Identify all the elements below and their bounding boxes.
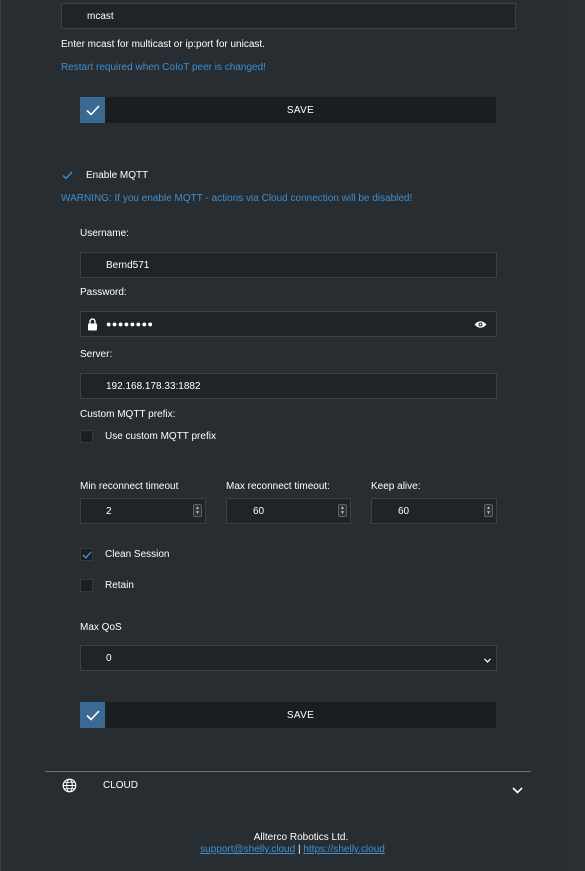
max-qos-value: 0 xyxy=(106,652,112,664)
custom-prefix-label: Custom MQTT prefix: xyxy=(80,409,176,420)
max-reconnect-input[interactable]: 60 ▲ ▼ xyxy=(226,498,351,524)
coiot-peer-input[interactable]: mcast xyxy=(61,3,516,29)
keep-alive-value: 60 xyxy=(398,505,410,517)
clean-session-label: Clean Session xyxy=(105,549,170,560)
checkmark-icon xyxy=(82,551,92,559)
keep-alive-input[interactable]: 60 ▲ ▼ xyxy=(371,498,497,524)
website-link[interactable]: https://shelly.cloud xyxy=(303,844,385,855)
mqtt-save-label: SAVE xyxy=(286,709,315,721)
keep-alive-label: Keep alive: xyxy=(371,481,421,492)
check-icon xyxy=(80,702,105,728)
retain-label: Retain xyxy=(105,580,134,591)
check-icon xyxy=(80,97,105,123)
max-qos-label: Max QoS xyxy=(80,622,122,633)
password-value: ●●●●●●●● xyxy=(106,319,154,329)
mqtt-save-button[interactable]: SAVE xyxy=(80,702,496,728)
min-reconnect-spinner[interactable]: ▲ ▼ xyxy=(193,504,202,517)
min-reconnect-label: Min reconnect timeout xyxy=(80,481,179,492)
coiot-save-button[interactable]: SAVE xyxy=(80,97,496,123)
cloud-section-header[interactable]: CLOUD xyxy=(45,772,531,800)
coiot-save-label: SAVE xyxy=(286,104,315,116)
enable-mqtt-checkbox[interactable] xyxy=(61,169,74,182)
cloud-section-label: CLOUD xyxy=(103,780,139,791)
username-value: Bernd571 xyxy=(106,259,150,271)
enable-mqtt-label: Enable MQTT xyxy=(86,170,149,181)
footer: Allterco Robotics Ltd. support@shelly.cl… xyxy=(0,832,575,855)
panel-left-border xyxy=(0,0,1,871)
use-custom-prefix-label: Use custom MQTT prefix xyxy=(105,431,216,442)
coiot-restart-note: Restart required when CoIoT peer is chan… xyxy=(61,62,266,73)
mqtt-warning: WARNING: If you enable MQTT - actions vi… xyxy=(61,193,413,204)
chevron-down-icon[interactable] xyxy=(512,781,523,799)
username-label: Username: xyxy=(80,228,129,239)
scrollbar[interactable] xyxy=(568,0,585,871)
lock-icon xyxy=(87,318,98,334)
username-input[interactable]: Bernd571 xyxy=(80,252,497,278)
max-reconnect-spinner[interactable]: ▲ ▼ xyxy=(338,504,347,517)
use-custom-prefix-checkbox[interactable] xyxy=(80,430,93,443)
max-reconnect-label: Max reconnect timeout: xyxy=(226,481,330,492)
checkmark-icon xyxy=(62,171,73,180)
footer-company: Allterco Robotics Ltd. xyxy=(253,832,349,843)
password-input[interactable]: ●●●●●●●● xyxy=(80,311,497,337)
select-chevron-icon xyxy=(484,655,491,666)
footer-separator: | xyxy=(297,844,301,855)
globe-icon xyxy=(62,778,77,798)
eye-icon[interactable] xyxy=(474,320,487,332)
clean-session-checkbox[interactable] xyxy=(80,548,93,561)
support-email-link[interactable]: support@shelly.cloud xyxy=(200,844,295,855)
server-label: Server: xyxy=(80,349,113,360)
server-value: 192.168.178.33:1882 xyxy=(106,380,201,392)
footer-links: support@shelly.cloud | https://shelly.cl… xyxy=(0,844,575,855)
min-reconnect-value: 2 xyxy=(106,505,112,517)
max-qos-select[interactable]: 0 xyxy=(80,645,497,671)
password-label: Password: xyxy=(80,287,127,298)
min-reconnect-input[interactable]: 2 ▲ ▼ xyxy=(80,498,206,524)
keep-alive-spinner[interactable]: ▲ ▼ xyxy=(484,504,493,517)
coiot-help-text: Enter mcast for multicast or ip:port for… xyxy=(61,39,265,50)
coiot-peer-value: mcast xyxy=(87,10,114,22)
server-input[interactable]: 192.168.178.33:1882 xyxy=(80,373,497,399)
retain-checkbox[interactable] xyxy=(80,579,93,592)
max-reconnect-value: 60 xyxy=(253,505,265,517)
